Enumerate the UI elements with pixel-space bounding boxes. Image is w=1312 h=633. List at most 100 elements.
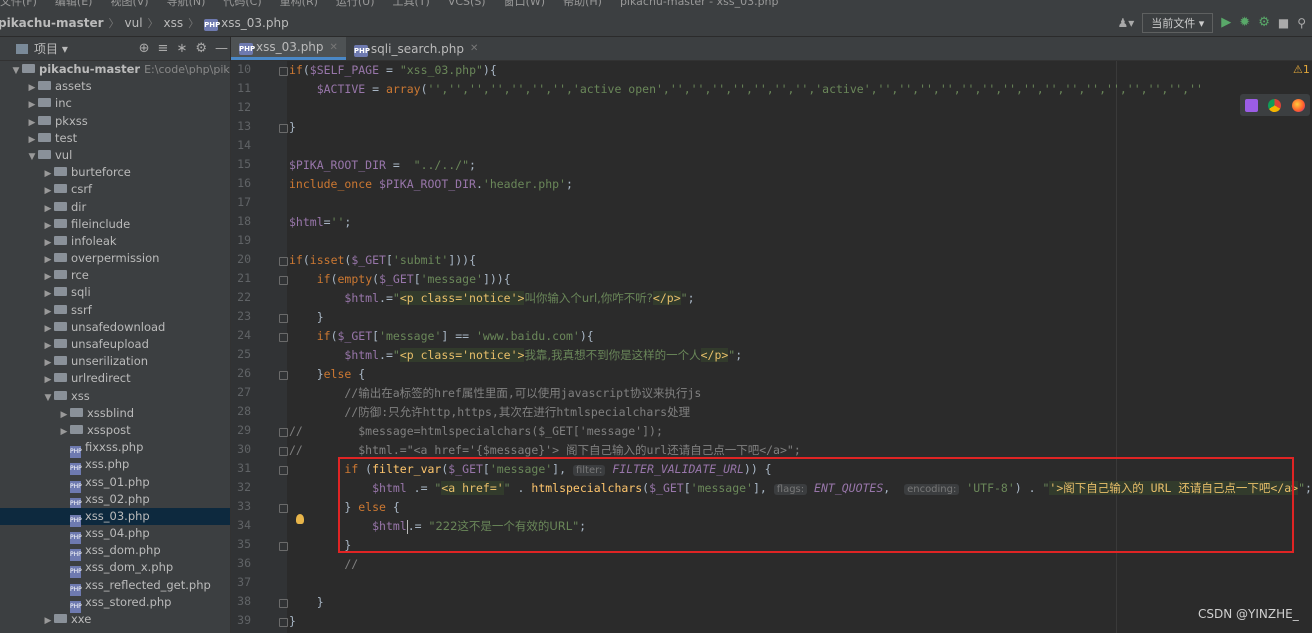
chevron-right-icon[interactable]: ▶ — [42, 613, 54, 630]
tree-folder-item[interactable]: ▶ unsafeupload — [0, 336, 230, 353]
collapse-all-icon[interactable]: ∗ — [176, 41, 187, 56]
search-everywhere-icon[interactable]: ⚲ — [1297, 16, 1306, 30]
tree-folder-item[interactable]: ▶ test — [0, 130, 230, 147]
fold-marker-icon[interactable] — [279, 276, 288, 285]
close-icon[interactable]: ✕ — [470, 43, 478, 54]
tree-folder-item[interactable]: ▶ rce — [0, 267, 230, 284]
tree-folder-item[interactable]: ▶ dir — [0, 199, 230, 216]
user-icon[interactable]: ♟▾ — [1117, 16, 1134, 30]
code-line: $PIKA_ROOT_DIR = "../../"; — [289, 156, 476, 175]
hide-icon[interactable]: — — [215, 41, 228, 56]
tree-file-item[interactable]: PHP xss_02.php — [0, 491, 230, 510]
tree-item-label: xssblind — [87, 405, 135, 420]
tree-folder-item[interactable]: ▶ pkxss — [0, 113, 230, 130]
tree-file-item[interactable]: PHP xss_01.php — [0, 474, 230, 493]
menu-item[interactable]: 代码(C) — [223, 0, 261, 8]
tree-folder-item[interactable]: ▶ unsafedownload — [0, 319, 230, 336]
code-line: //防御:只允许http,https,其次在进行htmlspecialchars… — [289, 403, 690, 422]
fold-marker-icon[interactable] — [279, 314, 288, 323]
menu-item[interactable]: 重构(R) — [280, 0, 318, 8]
tree-file-item[interactable]: PHP xss_stored.php — [0, 594, 230, 613]
tree-file-item[interactable]: PHP xss.php — [0, 456, 230, 476]
fold-marker-icon[interactable] — [279, 67, 288, 76]
menu-item[interactable]: pikachu-master - xss_03.php — [620, 0, 779, 8]
fold-marker-icon[interactable] — [279, 333, 288, 342]
tree-folder-item[interactable]: ▼ vul — [0, 147, 230, 164]
close-icon[interactable]: ✕ — [330, 42, 338, 53]
tree-file-item[interactable]: PHP xss_04.php — [0, 525, 230, 545]
menu-item[interactable]: 编辑(E) — [55, 0, 93, 8]
coverage-icon[interactable]: ⚙ — [1258, 15, 1270, 30]
tab-xss-03[interactable]: PHP xss_03.php ✕ — [231, 37, 346, 60]
fold-marker-icon[interactable] — [279, 618, 288, 627]
breadcrumb-file[interactable]: xss_03.php — [221, 16, 289, 30]
menu-item[interactable]: VCS(S) — [448, 0, 486, 8]
tree-file-item[interactable]: PHP xss_reflected_get.php — [0, 577, 230, 596]
code-token: if — [316, 329, 331, 343]
run-icon[interactable]: ▶ — [1221, 15, 1231, 30]
warning-icon[interactable]: ⚠1 — [1293, 63, 1310, 76]
menu-item[interactable]: 帮助(H) — [563, 0, 602, 8]
menu-item[interactable]: 窗口(W) — [504, 0, 545, 8]
menu-item[interactable]: 工具(T) — [393, 0, 430, 8]
fold-marker-icon[interactable] — [279, 447, 288, 456]
code-token: } — [289, 310, 324, 324]
debug-icon[interactable]: ✹ — [1239, 15, 1250, 30]
code-token: 我靠,我真想不到你是这样的一个人 — [524, 348, 701, 362]
tree-folder-item[interactable]: ▶ xxe — [0, 611, 230, 628]
fold-marker-icon[interactable] — [279, 599, 288, 608]
tree-folder-item[interactable]: ▶ overpermission — [0, 250, 230, 267]
tree-folder-item[interactable]: ▼ xss — [0, 388, 230, 405]
fold-marker-icon[interactable] — [279, 124, 288, 133]
tree-folder-item[interactable]: ▶ ssrf — [0, 302, 230, 319]
tree-file-item[interactable]: PHP xss_dom_x.php — [0, 559, 230, 579]
tree-file-item[interactable]: PHP xss_dom.php — [0, 542, 230, 562]
fold-marker-icon[interactable] — [279, 428, 288, 437]
chrome-icon[interactable] — [1268, 98, 1282, 112]
breadcrumb-project[interactable]: pikachu-master — [0, 16, 104, 30]
run-config-select[interactable]: 当前文件 ▾ — [1142, 12, 1214, 33]
tree-folder-item[interactable]: ▶ xssblind — [0, 405, 230, 422]
tree-item-label: ssrf — [71, 302, 92, 317]
tree-folder-item[interactable]: ▶ urlredirect — [0, 370, 230, 387]
tree-folder-item[interactable]: ▶ infoleak — [0, 233, 230, 250]
breadcrumb-vul[interactable]: vul — [125, 16, 143, 30]
tree-folder-item[interactable]: ▶ sqli — [0, 284, 230, 301]
menu-item[interactable]: 视图(V) — [110, 0, 148, 8]
code-token: .= — [406, 481, 435, 495]
tree-folder-item[interactable]: ▶ inc — [0, 95, 230, 112]
menu-item[interactable]: 文件(F) — [0, 0, 37, 8]
fold-marker-icon[interactable] — [279, 542, 288, 551]
tree-root[interactable]: ▼pikachu-masterE:\code\php\pikachu — [0, 61, 230, 78]
code-editor[interactable]: if($SELF_PAGE = "xss_03.php"){ $ACTIVE =… — [289, 61, 1312, 633]
expand-all-icon[interactable]: ≡ — [158, 41, 169, 56]
stop-icon[interactable]: ■ — [1278, 16, 1289, 30]
gear-icon[interactable]: ⚙ — [195, 41, 207, 56]
menu-item[interactable]: 导航(N) — [167, 0, 206, 8]
project-title[interactable]: 项目 ▾ — [34, 40, 68, 57]
tree-folder-item[interactable]: ▶ assets — [0, 78, 230, 95]
fold-marker-icon[interactable] — [279, 466, 288, 475]
tree-folder-item[interactable]: ▶ xsspost — [0, 422, 230, 439]
tab-sqli-search[interactable]: PHP sqli_search.php ✕ — [346, 37, 486, 60]
fold-marker-icon[interactable] — [279, 504, 288, 513]
firefox-icon[interactable] — [1291, 98, 1305, 112]
code-token: 'submit' — [392, 253, 449, 267]
locate-icon[interactable]: ⊕ — [139, 41, 150, 56]
phpstorm-icon[interactable] — [1245, 98, 1259, 112]
tree-folder-item[interactable]: ▶ csrf — [0, 181, 230, 198]
tree-file-item[interactable]: PHP fixxss.php — [0, 439, 230, 459]
fold-marker-icon[interactable] — [279, 371, 288, 380]
lightbulb-icon[interactable] — [296, 514, 304, 524]
tree-item-label: xss_stored.php — [85, 594, 172, 609]
tree-file-item[interactable]: PHP xss_03.php — [0, 507, 230, 527]
tree-folder-item[interactable]: ▶ fileinclude — [0, 216, 230, 233]
fold-marker-icon[interactable] — [279, 257, 288, 266]
tree-folder-item[interactable]: ▶ burteforce — [0, 164, 230, 181]
tree-folder-item[interactable]: ▶ unserilization — [0, 353, 230, 370]
menu-item[interactable]: 运行(U) — [336, 0, 375, 8]
folder-icon — [54, 270, 67, 280]
code-token: 'message' — [489, 462, 553, 476]
php-file-icon: PHP — [239, 43, 256, 55]
breadcrumb-xss[interactable]: xss — [164, 16, 184, 30]
